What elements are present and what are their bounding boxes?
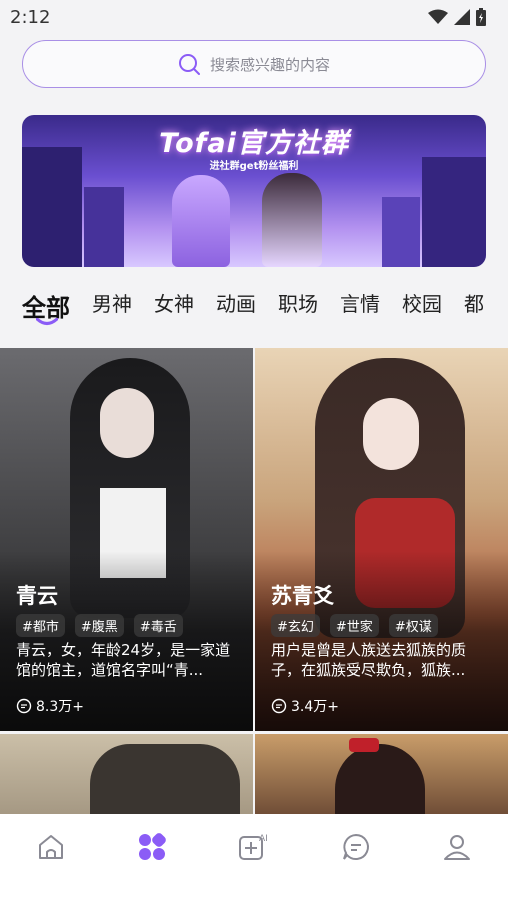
tab-romance[interactable]: 言情 (340, 288, 380, 323)
status-time: 2:12 (10, 6, 51, 28)
tab-male[interactable]: 男神 (92, 288, 132, 323)
nav-home[interactable] (31, 830, 71, 864)
chat-icon (342, 833, 369, 860)
status-icons (428, 8, 486, 26)
ai-create-icon: AI (238, 834, 268, 860)
card-tag[interactable]: #玄幻 (271, 614, 320, 637)
banner-character-girl (262, 173, 322, 267)
tab-city[interactable]: 都 (464, 288, 484, 323)
character-card[interactable] (0, 734, 253, 818)
card-tag[interactable]: #权谋 (388, 614, 438, 637)
active-tab-indicator (36, 318, 58, 325)
card-tag[interactable]: #世家 (329, 614, 379, 637)
tab-workplace[interactable]: 职场 (278, 288, 318, 323)
tab-anime[interactable]: 动画 (216, 288, 256, 323)
character-card[interactable] (255, 734, 508, 818)
tab-female[interactable]: 女神 (154, 288, 194, 323)
wifi-icon (428, 9, 448, 24)
character-card[interactable]: 苏青爻 #玄幻 #世家 #权谋 用户是曾是人族送去狐族的质子，在狐族受尽欺负，狐… (255, 348, 508, 731)
search-bar[interactable]: 搜索感兴趣的内容 (22, 40, 486, 88)
banner-building (84, 187, 124, 267)
card-portrait (90, 744, 240, 818)
battery-icon (476, 8, 486, 26)
card-description: 用户是曾是人族送去狐族的质子，在狐族受尽欺负，狐族... (271, 641, 467, 679)
nav-discover[interactable] (132, 830, 172, 864)
character-grid: 青云 #都市 #腹黑 #毒舌 青云，女，年龄24岁，是一家道馆的馆主，道馆名字叫… (0, 348, 508, 818)
search-icon (178, 54, 200, 75)
card-name: 苏青爻 (271, 584, 334, 608)
bottom-nav: AI (0, 814, 508, 903)
card-name: 青云 (16, 584, 58, 608)
status-bar: 2:12 (0, 0, 508, 34)
card-portrait-bow (349, 738, 379, 752)
card-chat-count: 3.4万+ (271, 696, 339, 716)
card-chat-count: 8.3万+ (16, 696, 84, 716)
card-tags: #玄幻 #世家 #权谋 (271, 614, 438, 637)
character-card[interactable]: 青云 #都市 #腹黑 #毒舌 青云，女，年龄24岁，是一家道馆的馆主，道馆名字叫… (0, 348, 253, 731)
card-count-text: 8.3万+ (36, 699, 84, 715)
discover-icon (139, 833, 167, 860)
home-icon (38, 835, 63, 859)
banner-building (382, 197, 420, 267)
comment-icon (16, 698, 32, 714)
tab-campus[interactable]: 校园 (402, 288, 442, 323)
nav-profile[interactable] (437, 830, 477, 864)
card-tag[interactable]: #腹黑 (74, 614, 124, 637)
card-portrait-face (363, 398, 419, 470)
nav-chat[interactable] (336, 830, 376, 864)
card-count-text: 3.4万+ (291, 699, 339, 715)
card-description: 青云，女，年龄24岁，是一家道馆的馆主，道馆名字叫“青... (16, 641, 231, 679)
banner-subtitle: 进社群get粉丝福利 (209, 161, 299, 172)
comment-icon (271, 698, 287, 714)
nav-ai-create[interactable]: AI (234, 830, 274, 864)
profile-icon (444, 835, 471, 860)
promo-banner[interactable]: Tofai官方社群 进社群get粉丝福利 (22, 115, 486, 267)
banner-title: Tofai官方社群 (159, 128, 349, 159)
signal-icon (454, 9, 470, 25)
banner-character-boy (172, 175, 230, 267)
card-portrait-face (100, 388, 154, 458)
card-tag[interactable]: #毒舌 (133, 614, 183, 637)
card-portrait (335, 744, 425, 818)
svg-text:AI: AI (259, 834, 268, 844)
card-tag[interactable]: #都市 (16, 614, 65, 637)
card-tags: #都市 #腹黑 #毒舌 (16, 614, 183, 637)
category-tabs: 全部 男神 女神 动画 职场 言情 校园 都 (22, 288, 484, 323)
banner-building (422, 157, 486, 267)
search-placeholder: 搜索感兴趣的内容 (209, 55, 330, 74)
